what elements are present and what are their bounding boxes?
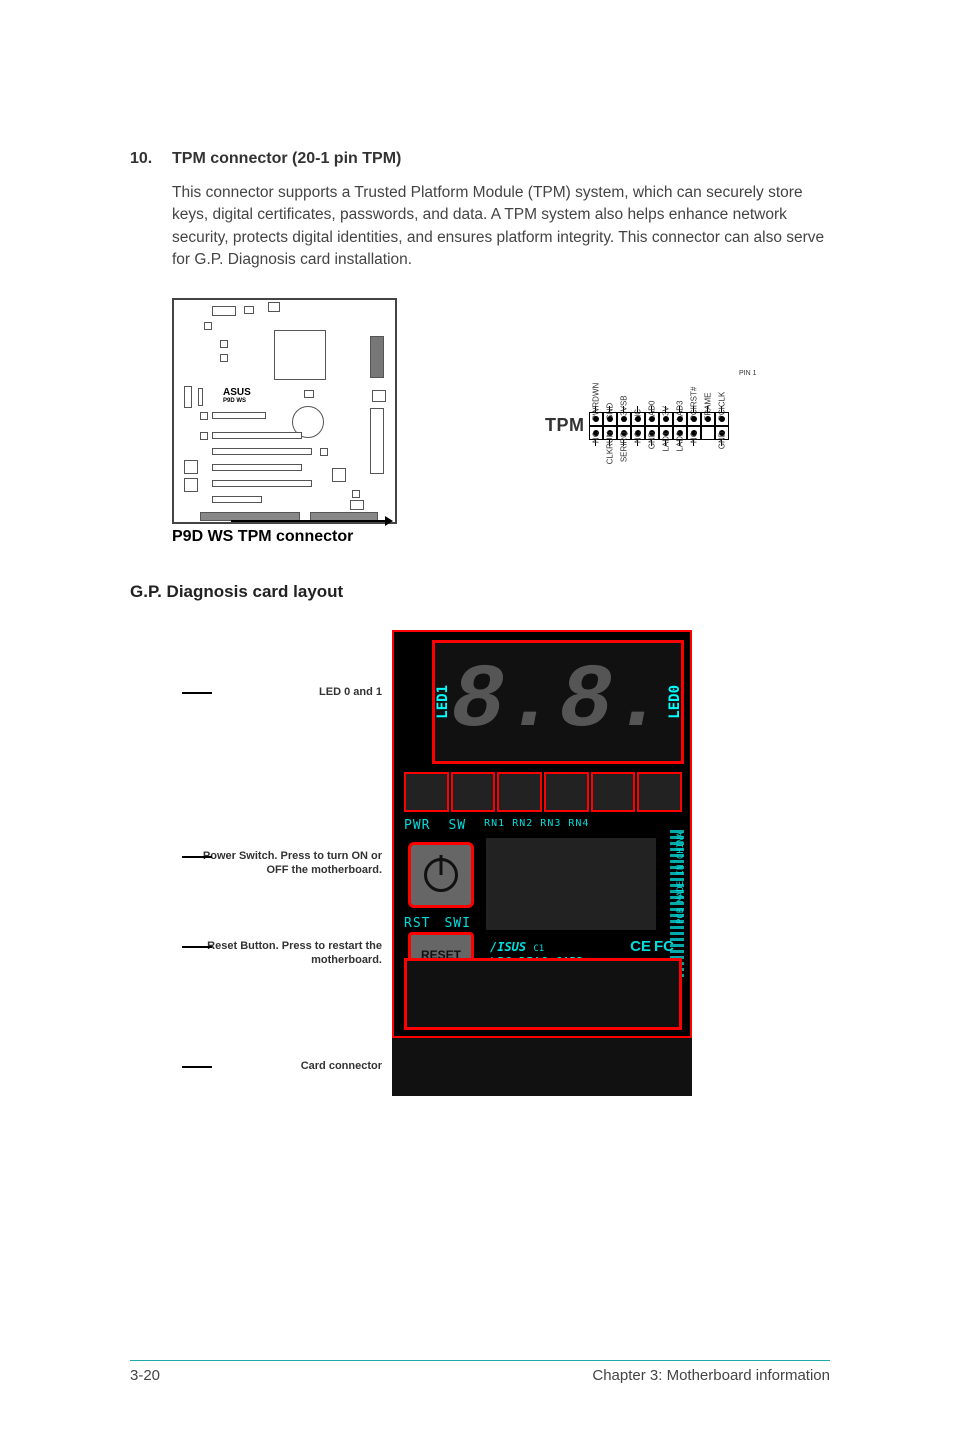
pin [701, 412, 715, 426]
ce-fc-mark: CE FC [630, 938, 674, 955]
led1-label: LED1 [435, 681, 451, 723]
led-box: LED1 8. 8. LED0 [432, 640, 684, 764]
page-footer: 3-20 Chapter 3: Motherboard information [130, 1360, 830, 1384]
gp-card-image: LED1 8. 8. LED0 PWR SW RN1 RN2 RN3 RN4 [392, 630, 692, 1096]
rn-text: RN1 RN2 RN3 RN4 [484, 818, 589, 833]
pin-bottom-label: LAD2 [673, 446, 687, 492]
pin-top-label: PCICLK [715, 360, 729, 406]
ce-mark: CE [630, 938, 651, 955]
pin [701, 426, 715, 440]
card-asus: /ISUS [490, 940, 526, 954]
pin [659, 412, 673, 426]
section-body: This connector supports a Trusted Platfo… [172, 182, 830, 272]
tpm-diagram: ASUS P9D WS P9D WS TPM connector TPM PWR… [172, 298, 830, 544]
section-title: TPM connector (20-1 pin TPM) [172, 150, 401, 168]
label-led-text: LED 0 and 1 [319, 686, 382, 698]
pin-top-label: GND [603, 360, 617, 406]
gp-heading: G.P. Diagnosis card layout [130, 582, 830, 602]
main-chip [486, 838, 656, 930]
page-number: 3-20 [130, 1367, 160, 1384]
rst-swi-text: RST SWI [404, 916, 471, 931]
pin [603, 412, 617, 426]
pin-bottom-label: NC [631, 446, 645, 492]
rst-text: RST [404, 916, 430, 931]
gp-card-layout: LED 0 and 1 Power Switch. Press to turn … [172, 630, 830, 1096]
board-caption: P9D WS TPM connector [172, 528, 397, 546]
board-model: P9D WS [223, 398, 251, 404]
card-connector-extension [392, 1036, 692, 1096]
resistor-strip [404, 772, 682, 812]
pin-bottom-label: GND [715, 446, 729, 492]
pin [673, 412, 687, 426]
tpm-pin-header: TPM PWRDWNGND+3VSBNCLAD0+3VLAD3PCIRST#FR… [545, 360, 729, 492]
label-led: LED 0 and 1 [182, 686, 382, 700]
pin1-mark: PIN 1 [739, 370, 757, 377]
pin-bottom-label: GND [645, 446, 659, 492]
pin [687, 412, 701, 426]
pin-bottom-label: NC [589, 446, 603, 492]
board-brand-name: ASUS [223, 387, 251, 398]
label-connector-text: Card connector [301, 1060, 382, 1072]
pin-top-label: LAD3 [673, 360, 687, 406]
pin-top-label: PCIRST# [687, 360, 701, 406]
label-reset-text: Reset Button. Press to restart the mothe… [207, 940, 382, 966]
pin [631, 412, 645, 426]
label-power: Power Switch. Press to turn ON or OFF th… [182, 850, 382, 878]
motherboard-schematic: ASUS P9D WS P9D WS TPM connector [172, 298, 397, 544]
chapter-title: Chapter 3: Motherboard information [592, 1367, 830, 1384]
power-icon [424, 858, 458, 892]
section-number: 10. [130, 150, 172, 168]
swi-text: SWI [444, 916, 470, 931]
sw-text: SW [448, 818, 466, 833]
pin-bottom-label: LAD1 [659, 446, 673, 492]
pin-top-label: +3V [659, 360, 673, 406]
pin-top-label: LAD0 [645, 360, 659, 406]
pcb-made-in: PCB MADE IN CHINA [676, 832, 686, 924]
tpm-label: TPM [545, 415, 585, 436]
label-power-text: Power Switch. Press to turn ON or OFF th… [203, 850, 382, 876]
pin-top-label: FRAME [701, 360, 715, 406]
pin-top-label: NC [631, 360, 645, 406]
pin-top-label: +3VSB [617, 360, 631, 406]
pin [645, 412, 659, 426]
seven-seg-right: 8. [559, 652, 667, 752]
power-button [408, 842, 474, 908]
seven-seg-left: 8. [451, 652, 559, 752]
pwr-sw-text: PWR SW RN1 RN2 RN3 RN4 [404, 818, 589, 833]
pin-bottom-label: NC [687, 446, 701, 492]
diagram-arrow [231, 520, 391, 522]
pin-bottom-label [701, 446, 715, 492]
board-brand: ASUS P9D WS [223, 388, 251, 404]
card-connector-block [404, 958, 682, 1030]
pin [589, 412, 603, 426]
fc-mark: FC [654, 938, 674, 955]
pin-bottom-label: CLKRUN [603, 446, 617, 492]
pin [617, 412, 631, 426]
pwr-text: PWR [404, 818, 430, 833]
pin-top-label: PWRDWN [589, 360, 603, 406]
pin [715, 412, 729, 426]
label-reset: Reset Button. Press to restart the mothe… [182, 940, 382, 968]
label-connector: Card connector [182, 1060, 382, 1074]
section-heading: 10. TPM connector (20-1 pin TPM) [130, 150, 830, 168]
led0-label: LED0 [667, 681, 683, 723]
pin-bottom-label: SERIRQ [617, 446, 631, 492]
